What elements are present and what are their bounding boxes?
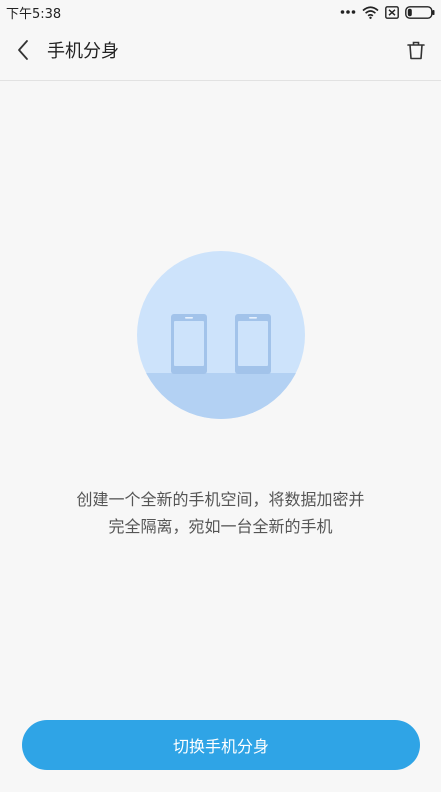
feature-description: 创建一个全新的手机空间，将数据加密并 完全隔离，宛如一台全新的手机 [20,486,421,540]
wifi-icon [362,5,379,19]
switch-phone-clone-button[interactable]: 切换手机分身 [22,720,420,770]
phone-clone-screen: 下午5:38 手机分身 创建一个全新的手机空间，将数据加密并 完全隔离，宛如一台… [0,0,441,792]
status-time: 下午5:38 [6,7,62,22]
trash-icon [407,41,425,64]
status-bar: 下午5:38 [0,0,441,24]
more-dots-icon [340,9,356,15]
delete-button[interactable] [403,39,429,65]
page-title: 手机分身 [47,41,119,62]
back-button[interactable] [10,38,36,66]
app-bar: 手机分身 [0,24,441,81]
two-phones-illustration [137,251,305,419]
status-icons [340,3,435,21]
battery-icon [405,5,435,19]
description-line-1: 创建一个全新的手机空间，将数据加密并 [76,490,365,509]
description-line-2: 完全隔离，宛如一台全新的手机 [108,517,333,536]
chevron-left-icon [16,39,30,65]
two-phones-icon [137,251,305,419]
no-sim-icon [385,5,399,19]
